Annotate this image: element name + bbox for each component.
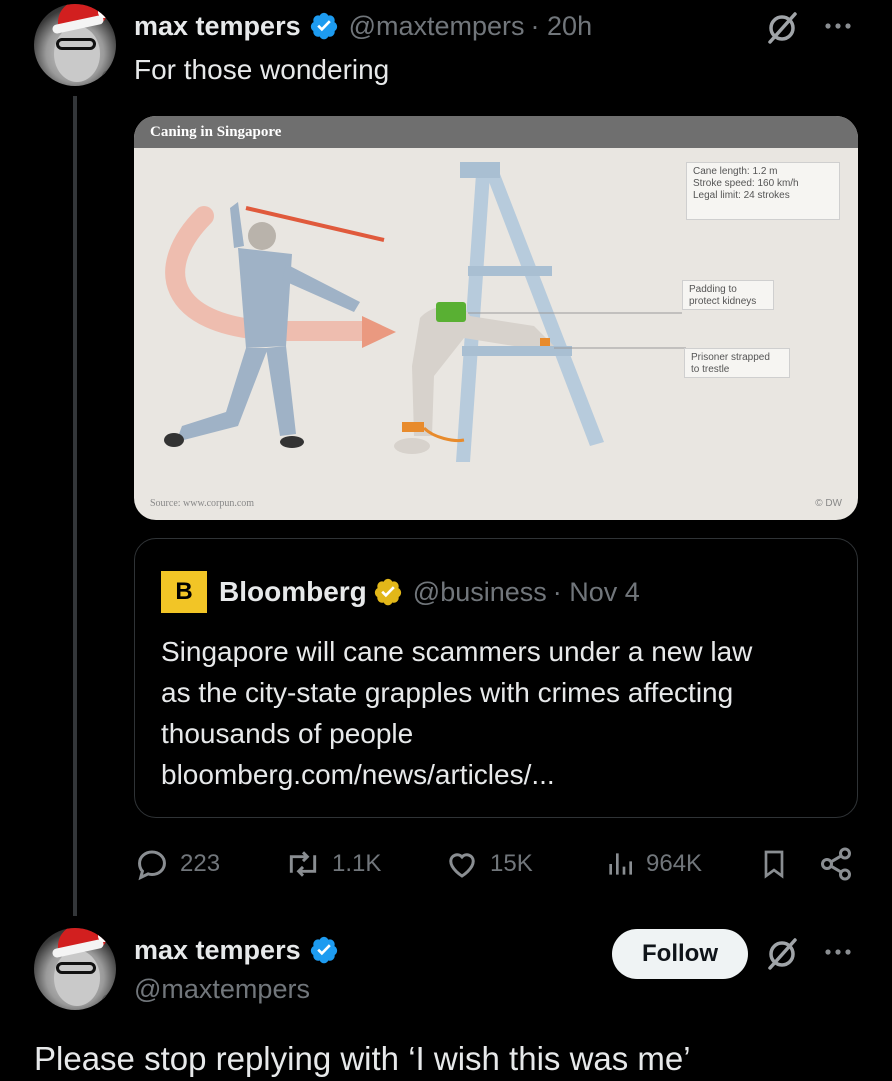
grok-icon[interactable] xyxy=(764,10,800,46)
like-button[interactable]: 15K xyxy=(444,840,533,888)
quoted-link[interactable]: bloomberg.com/news/articles/... xyxy=(161,754,831,795)
reply-text: Please stop replying with ‘I wish this w… xyxy=(34,1040,691,1077)
callout-line: Prisoner strapped xyxy=(691,352,770,363)
bloomberg-logo: B xyxy=(161,571,207,613)
post-time[interactable]: · 20h xyxy=(531,11,593,42)
reply-handle[interactable]: @maxtempers xyxy=(134,974,310,1005)
quoted-text: Singapore will cane scammers under a new… xyxy=(161,631,831,795)
callout-line: to trestle xyxy=(691,364,730,375)
reply-button[interactable]: 223 xyxy=(134,840,220,888)
like-icon xyxy=(449,853,475,878)
reply-header: max tempers xyxy=(134,932,339,968)
image-source: Source: www.corpun.com xyxy=(150,498,255,509)
repost-icon xyxy=(289,851,317,877)
quoted-header: Bloomberg @business · Nov 4 xyxy=(219,571,640,613)
share-button[interactable] xyxy=(818,840,854,888)
grok-icon[interactable] xyxy=(764,936,800,972)
bookmark-button[interactable] xyxy=(758,840,790,888)
avatar[interactable] xyxy=(34,4,116,86)
quoted-text-line: thousands of people xyxy=(161,718,414,749)
reply-count: 223 xyxy=(180,850,221,877)
quoted-text-line: Singapore will cane scammers under a new… xyxy=(161,636,753,667)
repost-button[interactable]: 1.1K xyxy=(284,840,381,888)
quoted-author-name: Bloomberg xyxy=(219,576,367,607)
quoted-time: · Nov 4 xyxy=(552,576,640,607)
prisoner-callout: Prisoner strapped to trestle xyxy=(684,348,790,378)
stat-line: Stroke speed: 160 km/h xyxy=(693,178,799,189)
reply-icon xyxy=(138,850,166,881)
views-icon xyxy=(609,853,632,875)
views-button[interactable]: 964K xyxy=(604,840,702,888)
verified-icon xyxy=(373,577,403,607)
share-icon xyxy=(821,847,851,881)
stats-box: Cane length: 1.2 m Stroke speed: 160 km/… xyxy=(686,162,840,220)
stat-line: Cane length: 1.2 m xyxy=(693,166,778,177)
like-count: 15K xyxy=(490,850,533,877)
author-handle[interactable]: @maxtempers xyxy=(349,11,525,42)
more-icon[interactable] xyxy=(820,14,856,38)
padding-callout: Padding to protect kidneys xyxy=(682,280,774,310)
views-count: 964K xyxy=(646,850,703,877)
action-bar: 223 1.1K 15K 964K xyxy=(134,840,858,888)
reply-author-name[interactable]: max tempers xyxy=(134,935,301,966)
follow-button[interactable]: Follow xyxy=(612,929,748,979)
verified-icon xyxy=(309,11,339,41)
callout-line: protect kidneys xyxy=(689,296,757,307)
quoted-text-line: as the city-state grapples with crimes a… xyxy=(161,677,734,708)
post-image[interactable]: Caning in Singapore Cane length: 1.2 m S… xyxy=(134,116,858,520)
reply-avatar[interactable] xyxy=(34,928,116,1010)
quoted-post[interactable]: B Bloomberg @business · Nov 4 Singapore … xyxy=(134,538,858,818)
quoted-handle: @business xyxy=(412,576,547,607)
image-credit: © DW xyxy=(815,498,842,509)
stat-line: Legal limit: 24 strokes xyxy=(693,190,790,201)
callout-line: Padding to xyxy=(689,284,737,295)
verified-icon xyxy=(309,935,339,965)
repost-count: 1.1K xyxy=(332,850,382,877)
thread-line xyxy=(73,96,77,916)
more-icon[interactable] xyxy=(820,940,856,964)
author-name[interactable]: max tempers xyxy=(134,11,301,42)
post-header: max tempers @maxtempers · 20h xyxy=(134,8,592,44)
bookmark-icon xyxy=(764,850,784,879)
post-text: For those wondering xyxy=(134,54,390,85)
